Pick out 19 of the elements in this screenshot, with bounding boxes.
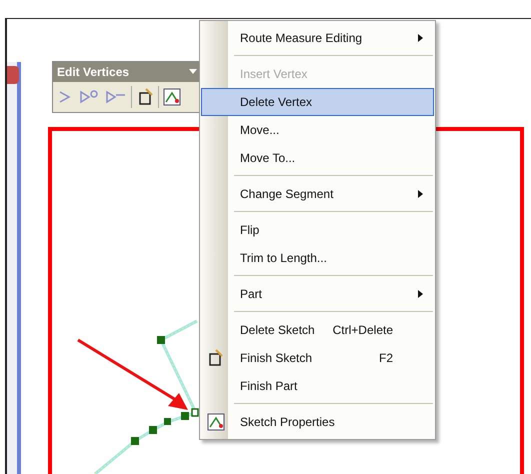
properties-icon[interactable] — [163, 88, 181, 106]
menu-item[interactable]: Flip — [201, 216, 434, 244]
menu-item[interactable]: Change Segment — [201, 180, 434, 208]
dropdown-icon[interactable] — [189, 69, 197, 75]
menu-item[interactable]: Sketch Properties — [201, 408, 434, 436]
menu-item[interactable]: Route Measure Editing — [201, 24, 434, 52]
menu-item[interactable]: Finish Part — [201, 372, 434, 400]
menu-item[interactable]: Delete Vertex — [201, 88, 434, 116]
menu-item[interactable]: Part — [201, 280, 434, 308]
menu-item[interactable]: Delete Sketch Ctrl+Delete — [201, 316, 434, 344]
menu-item[interactable]: Finish Sketch F2 — [201, 344, 434, 372]
delete-vertex-icon[interactable] — [105, 88, 127, 106]
properties-icon — [207, 413, 225, 431]
menu-item[interactable]: Trim to Length... — [201, 244, 434, 272]
sketch-icon — [207, 348, 225, 368]
menu-item[interactable]: Move To... — [201, 144, 434, 172]
menu-item[interactable]: Move... — [201, 116, 434, 144]
close-icon[interactable] — [7, 66, 19, 84]
toolbar-title: Edit Vertices — [57, 64, 130, 81]
